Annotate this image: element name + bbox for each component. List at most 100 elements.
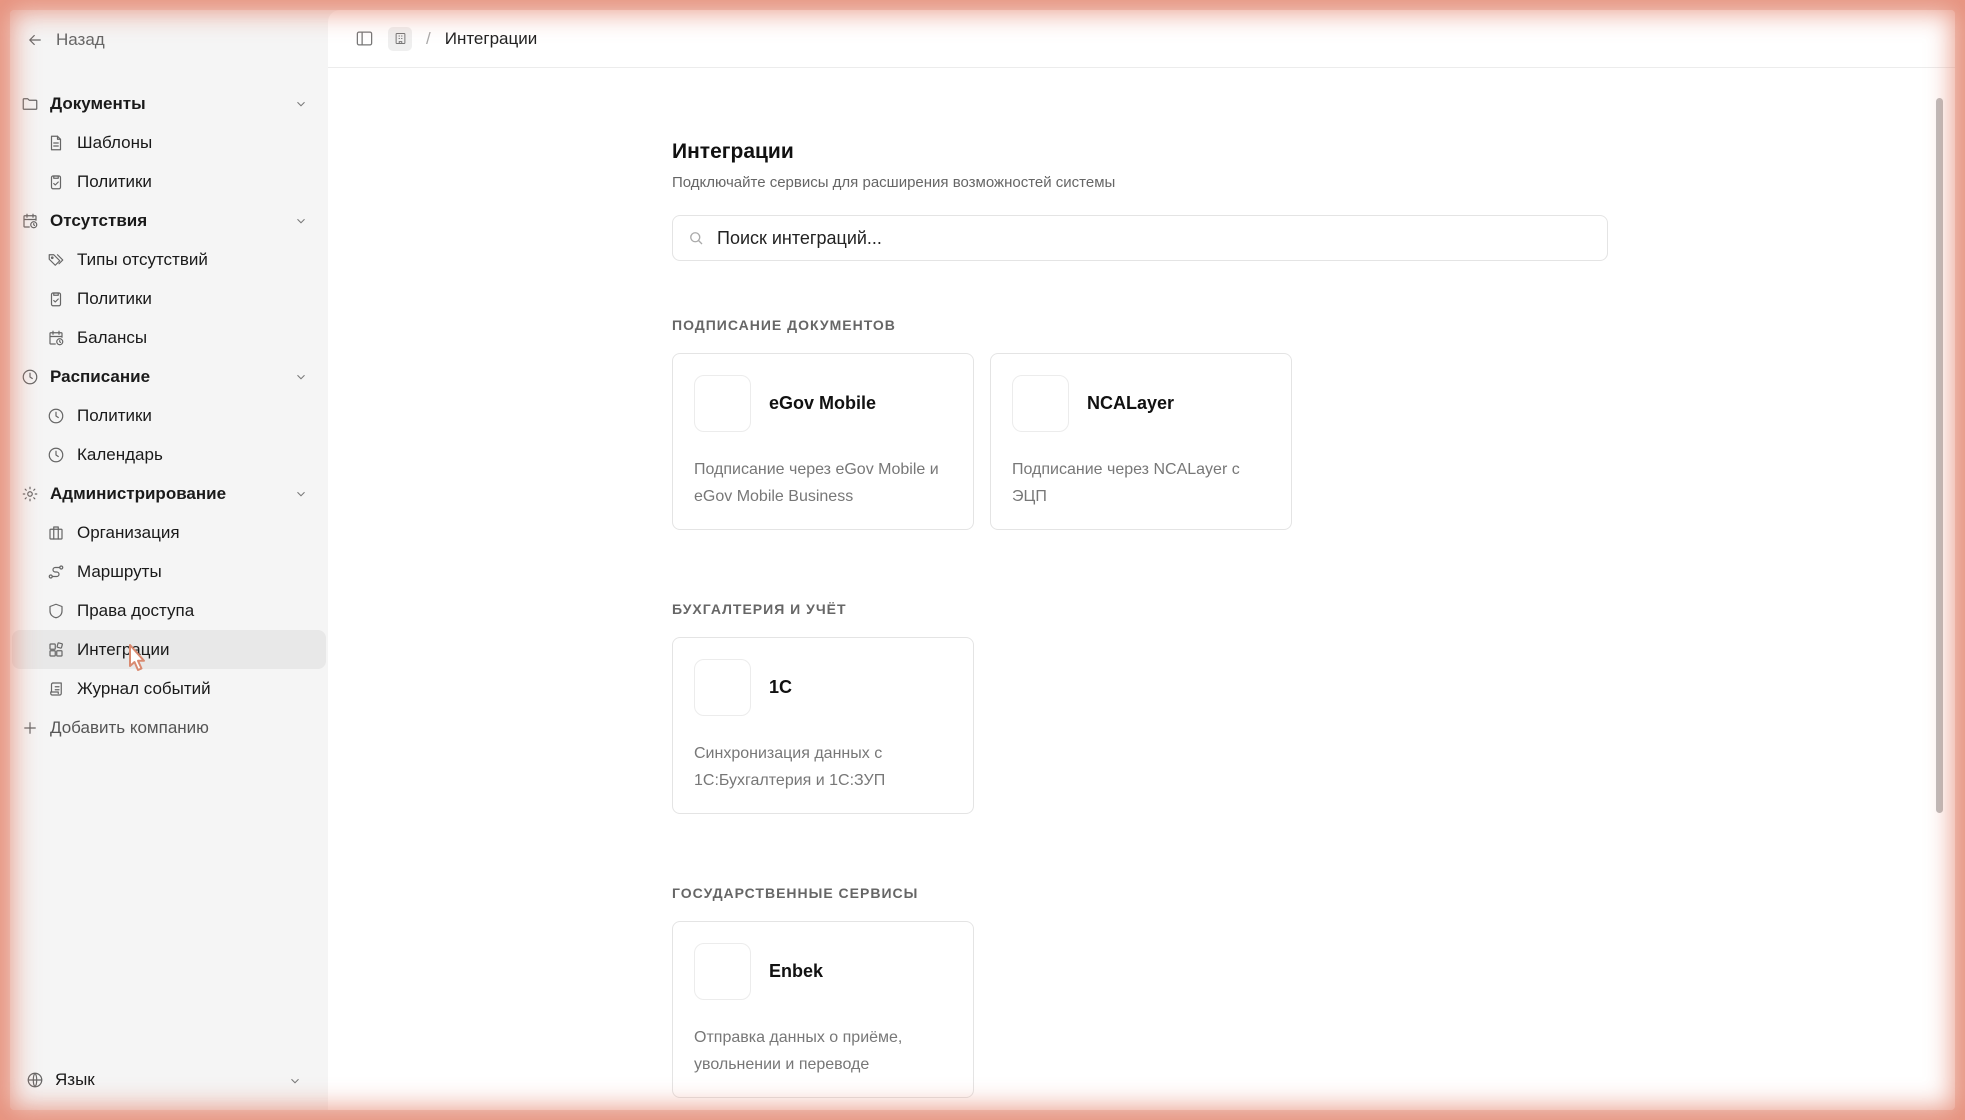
sidebar-item-access-rights[interactable]: Права доступа: [10, 591, 328, 630]
sidebar-group-label: Расписание: [50, 366, 151, 386]
sidebar-item-label: Организация: [77, 522, 180, 542]
section-government-services: Государственные сервисы Enbek Отправка д…: [672, 885, 1608, 1098]
route-icon: [47, 563, 65, 581]
sidebar-item-absence-types[interactable]: Типы отсутствий: [10, 240, 328, 279]
sidebar-group-schedule[interactable]: Расписание: [10, 357, 328, 396]
chevron-down-icon[interactable]: [294, 213, 308, 233]
sidebar-item-label: Политики: [77, 171, 152, 191]
sidebar-group-absences[interactable]: Отсутствия: [10, 201, 328, 240]
building-icon: [47, 524, 65, 542]
folder-icon: [21, 95, 39, 113]
section-accounting: Бухгалтерия и учёт 1С Синхронизация данн…: [672, 601, 1608, 814]
integration-card-egov-mobile[interactable]: eGov Mobile Подписание через eGov Mobile…: [672, 353, 974, 530]
language-label: Язык: [55, 1070, 95, 1089]
card-name: eGov Mobile: [769, 393, 877, 413]
scrollbar[interactable]: [1936, 98, 1943, 813]
integration-card-ncalayer[interactable]: NCALayer Подписание через NCALayer с ЭЦП: [990, 353, 1292, 530]
card-name: Enbek: [769, 961, 824, 981]
sidebar-item-doc-policies[interactable]: Политики: [10, 162, 328, 201]
add-company-button[interactable]: Добавить компанию: [10, 708, 328, 747]
sidebar-group-label: Документы: [50, 93, 146, 113]
back-label: Назад: [56, 30, 105, 49]
chevron-down-icon[interactable]: [294, 96, 308, 116]
section-document-signing: Подписание документов eGov Mobile Подпис…: [672, 317, 1608, 530]
sidebar-item-templates[interactable]: Шаблоны: [10, 123, 328, 162]
globe-icon: [26, 1071, 44, 1089]
sidebar-item-absence-policies[interactable]: Политики: [10, 279, 328, 318]
sidebar-group-documents[interactable]: Документы: [10, 84, 328, 123]
integration-card-enbek[interactable]: Enbek Отправка данных о приёме, увольнен…: [672, 921, 974, 1098]
clock-icon: [47, 446, 65, 464]
building-icon: [395, 33, 405, 44]
sidebar-item-label: Балансы: [77, 327, 148, 347]
sidebar-item-label: Журнал событий: [77, 678, 211, 698]
chevron-down-icon[interactable]: [294, 486, 308, 506]
section-title: Государственные сервисы: [672, 885, 919, 901]
breadcrumb-separator: /: [426, 28, 431, 48]
page-title: Интеграции: [672, 140, 794, 163]
clock-icon: [21, 368, 39, 386]
card-description: Подписание через NCALayer с ЭЦП: [1012, 461, 1240, 505]
integration-logo: [694, 943, 751, 1000]
sidebar-item-label: Права доступа: [77, 600, 195, 620]
clock-icon: [47, 407, 65, 425]
mouse-pointer-icon: [129, 644, 145, 671]
calendar-clock-icon: [21, 212, 39, 230]
sidebar-item-routes[interactable]: Маршруты: [10, 552, 328, 591]
section-title: Подписание документов: [672, 317, 896, 333]
sidebar-nav: Документы Шаблоны Политики Отсутствия Ти…: [10, 84, 328, 747]
sidebar-group-label: Отсутствия: [50, 210, 148, 230]
main-content: / Интеграции Интеграции Подключайте серв…: [328, 10, 1955, 1110]
sidebar-item-label: Календарь: [77, 444, 163, 464]
plus-icon: [21, 719, 39, 737]
integration-card-1c[interactable]: 1С Синхронизация данных с 1С:Бухгалтерия…: [672, 637, 974, 814]
shield-icon: [47, 602, 65, 620]
breadcrumb: Интеграции: [444, 28, 538, 48]
integration-logo: [694, 659, 751, 716]
chevron-down-icon[interactable]: [294, 369, 308, 389]
sidebar-item-balances[interactable]: Балансы: [10, 318, 328, 357]
card-name: 1С: [769, 677, 793, 697]
file-text-icon: [47, 134, 65, 152]
page-subtitle: Подключайте сервисы для расширения возмо…: [672, 174, 1116, 191]
sidebar-item-event-log[interactable]: Журнал событий: [10, 669, 328, 708]
sidebar: Назад Документы Шаблоны Политики Отсутст…: [10, 10, 328, 1110]
section-title: Бухгалтерия и учёт: [672, 601, 847, 617]
card-name: NCALayer: [1087, 393, 1175, 413]
back-button[interactable]: Назад: [26, 28, 105, 52]
sidebar-item-label: Шаблоны: [77, 132, 153, 152]
card-description: Синхронизация данных с 1С:Бухгалтерия и …: [694, 745, 886, 789]
chevron-down-icon: [288, 1073, 302, 1093]
search-icon: [690, 232, 703, 245]
blocks-icon: [47, 641, 65, 659]
language-selector[interactable]: Язык: [26, 1066, 308, 1094]
sidebar-item-label: Политики: [77, 405, 152, 425]
sidebar-item-schedule-policies[interactable]: Политики: [10, 396, 328, 435]
scroll-text-icon: [47, 680, 65, 698]
card-list: 1С Синхронизация данных с 1С:Бухгалтерия…: [672, 637, 1608, 814]
top-bar: / Интеграции: [328, 10, 1955, 68]
sidebar-item-calendar[interactable]: Календарь: [10, 435, 328, 474]
company-switcher-button[interactable]: [388, 26, 412, 51]
arrow-left-icon: [26, 31, 44, 49]
sidebar-item-integrations[interactable]: Интеграции: [12, 630, 326, 669]
clipboard-check-icon: [47, 290, 65, 308]
sidebar-item-label: Маршруты: [77, 561, 162, 581]
card-description: Отправка данных о приёме, увольнении и п…: [694, 1029, 903, 1073]
card-description: Подписание через eGov Mobile и eGov Mobi…: [694, 461, 939, 505]
integrations-page: Интеграции Подключайте сервисы для расши…: [672, 140, 1608, 1098]
gear-icon: [21, 485, 39, 503]
sidebar-item-label: Типы отсутствий: [77, 249, 208, 269]
search-box[interactable]: [672, 215, 1608, 261]
tags-icon: [47, 251, 65, 269]
integration-logo: [694, 375, 751, 432]
sidebar-group-administration[interactable]: Администрирование: [10, 474, 328, 513]
card-list: Enbek Отправка данных о приёме, увольнен…: [672, 921, 1608, 1098]
toggle-sidebar-button[interactable]: [352, 27, 376, 51]
sidebar-item-label: Политики: [77, 288, 152, 308]
calendar-clock-icon: [47, 329, 65, 347]
integration-logo: [1012, 375, 1069, 432]
clipboard-check-icon: [47, 173, 65, 191]
sidebar-item-organization[interactable]: Организация: [10, 513, 328, 552]
search-input[interactable]: [717, 227, 1557, 249]
